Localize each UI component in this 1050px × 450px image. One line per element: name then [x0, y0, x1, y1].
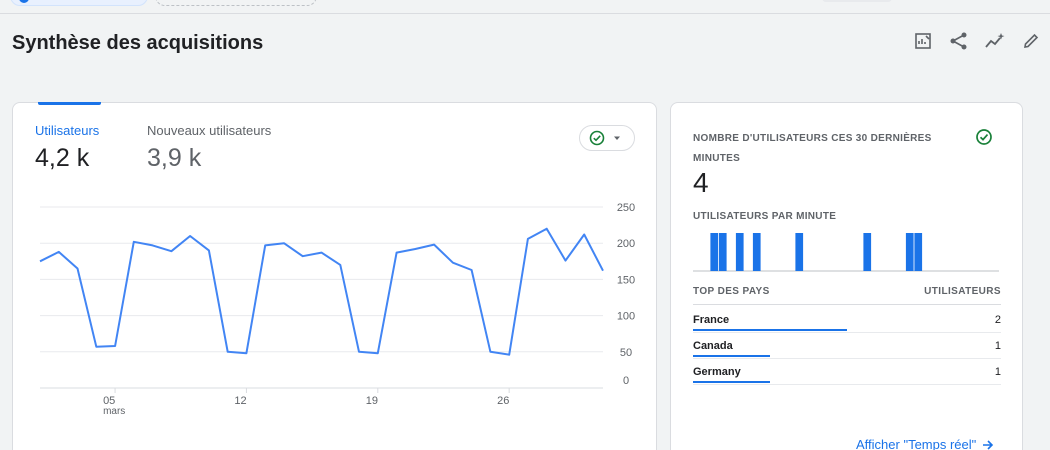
per-minute-label: Utilisateurs par minute: [693, 211, 837, 222]
x-tick-label: 12: [234, 395, 246, 407]
share-icon[interactable]: [948, 30, 970, 52]
realtime-title: Nombre d'utilisateurs ces 30 dernières m…: [693, 133, 932, 164]
insights-icon[interactable]: [984, 30, 1006, 52]
y-tick-label: 50: [620, 347, 632, 359]
x-tick-label: 19: [366, 395, 378, 407]
users-column-header: Utilisateurs: [924, 286, 1001, 297]
add-comparison-chip[interactable]: [155, 0, 317, 6]
country-share-bar: [693, 355, 770, 357]
country-name: Germany: [693, 366, 741, 378]
view-realtime-label: Afficher "Temps réel": [856, 437, 977, 450]
edit-icon[interactable]: [1020, 30, 1042, 52]
users-per-minute-chart: [693, 233, 999, 272]
country-share-bar: [693, 381, 770, 383]
country-column-header: Top des pays: [693, 286, 770, 297]
check-circle-icon[interactable]: [975, 128, 993, 146]
country-name: Canada: [693, 340, 733, 352]
table-row: France 2: [693, 307, 1001, 333]
country-name: France: [693, 314, 730, 326]
minute-bar: [752, 233, 761, 271]
users-series-line: [39, 227, 604, 356]
y-tick-label: 0: [623, 375, 629, 387]
minute-bar: [914, 233, 923, 271]
country-users: 1: [994, 366, 1001, 378]
comparison-dot-icon: [19, 0, 29, 3]
country-users: 2: [994, 314, 1001, 326]
x-tick-label: 26: [497, 395, 509, 407]
realtime-card: Nombre d'utilisateurs ces 30 dernières m…: [670, 102, 1023, 450]
date-range-chip[interactable]: [822, 0, 892, 2]
top-filter-strip: [0, 0, 1050, 14]
x-tick-sublabel: mars: [103, 406, 125, 417]
table-row: Canada 1: [693, 333, 1001, 359]
minute-bar: [863, 233, 872, 271]
y-tick-label: 100: [617, 311, 635, 323]
table-row: Germany 1: [693, 359, 1001, 385]
arrow-right-icon: [983, 439, 994, 450]
countries-table-header: Top des pays Utilisateurs: [693, 286, 1001, 297]
page-title: Synthèse des acquisitions: [12, 32, 264, 54]
minute-bar: [710, 233, 719, 271]
y-tick-label: 150: [617, 274, 635, 286]
y-tick-label: 250: [617, 202, 635, 214]
table-divider: [693, 304, 1001, 305]
y-tick-label: 200: [617, 238, 635, 250]
minute-bar: [718, 233, 727, 271]
country-users: 1: [994, 340, 1001, 352]
comparison-chip[interactable]: [10, 0, 148, 6]
minute-bar: [735, 233, 744, 271]
minute-bar: [905, 233, 914, 271]
customize-report-icon[interactable]: [912, 30, 934, 52]
realtime-users-count: 4: [693, 167, 709, 198]
minute-bar: [795, 233, 804, 271]
users-line-chart: 05010015020025005mars12 19 26: [39, 202, 635, 417]
users-trend-card: Utilisateurs 4,2 k Nouveaux utilisateurs…: [12, 102, 657, 450]
view-realtime-link[interactable]: Afficher "Temps réel": [856, 437, 994, 450]
report-toolbar: [912, 30, 1042, 52]
country-share-bar: [693, 329, 847, 331]
